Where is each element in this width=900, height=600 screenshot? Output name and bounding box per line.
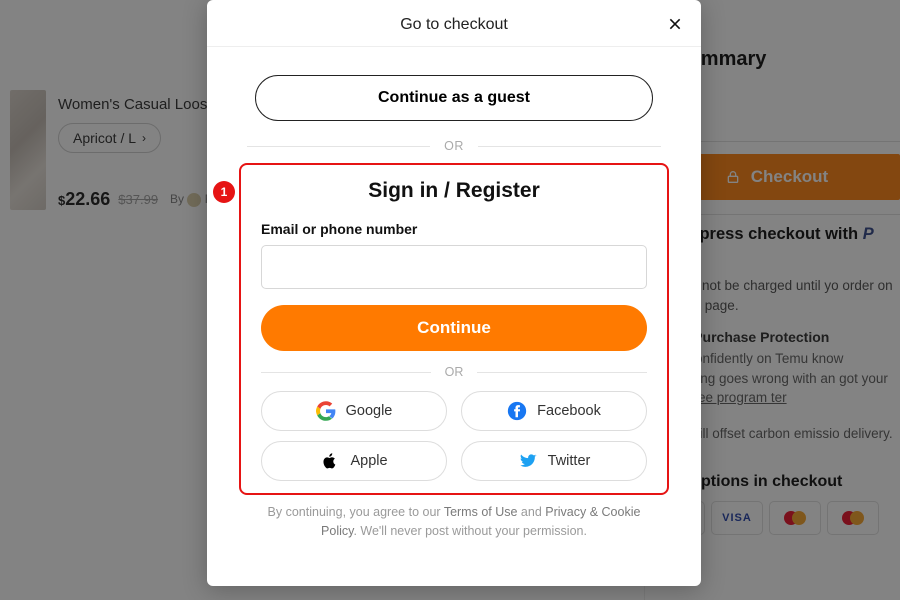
email-phone-input[interactable] [261,245,647,289]
facebook-icon [507,401,527,421]
step-badge: 1 [213,181,235,203]
continue-as-guest-button[interactable]: Continue as a guest [255,75,653,121]
facebook-label: Facebook [537,403,601,419]
google-icon [316,401,336,421]
close-icon [667,16,683,32]
twitter-label: Twitter [548,453,591,469]
terms-link[interactable]: Terms of Use [444,505,518,519]
social-divider: OR [261,365,647,379]
modal-header: Go to checkout [207,0,701,47]
apple-login-button[interactable]: Apple [261,441,447,481]
signin-title: Sign in / Register [261,179,647,203]
modal-title: Go to checkout [400,16,508,33]
google-login-button[interactable]: Google [261,391,447,431]
twitter-icon [518,451,538,471]
continue-button[interactable]: Continue [261,305,647,351]
legal-text: By continuing, you agree to our Terms of… [239,503,669,541]
email-phone-label: Email or phone number [261,221,647,237]
close-button[interactable] [663,12,687,36]
divider-label: OR [444,139,464,153]
apple-label: Apple [350,453,387,469]
social-login-grid: Google Facebook Apple [261,391,647,481]
signin-register-box: 1 Sign in / Register Email or phone numb… [239,163,669,495]
divider-or: OR [247,139,661,153]
modal-body: Continue as a guest OR 1 Sign in / Regis… [207,47,701,586]
twitter-login-button[interactable]: Twitter [461,441,647,481]
social-divider-label: OR [445,365,464,379]
google-label: Google [346,403,393,419]
facebook-login-button[interactable]: Facebook [461,391,647,431]
apple-icon [320,451,340,471]
checkout-modal: Go to checkout Continue as a guest OR 1 … [207,0,701,586]
